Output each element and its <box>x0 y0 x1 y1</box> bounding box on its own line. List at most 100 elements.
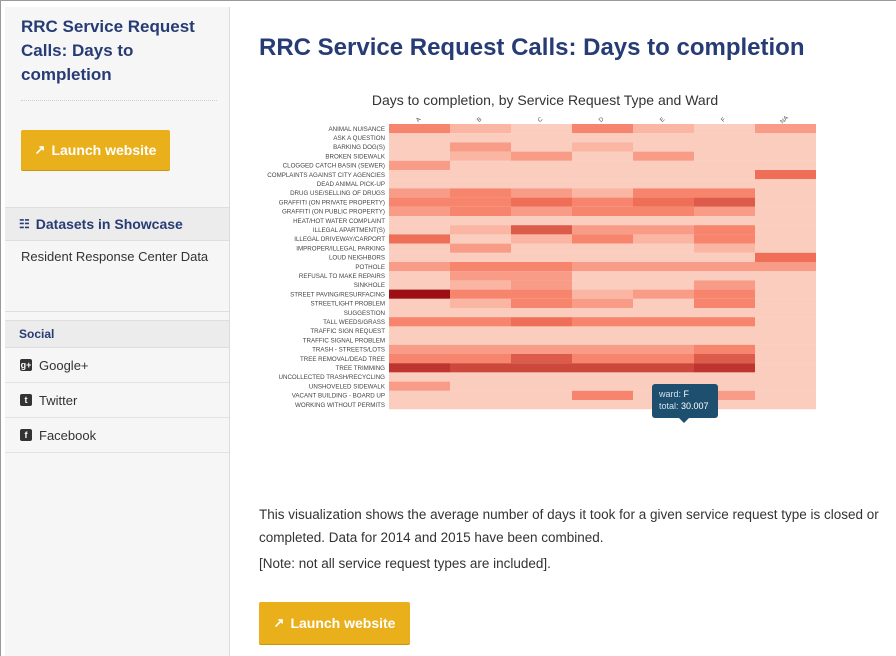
heatmap-cell[interactable] <box>694 289 755 299</box>
heatmap-cell[interactable] <box>572 335 633 345</box>
heatmap-cell[interactable] <box>572 271 633 281</box>
heatmap-cell[interactable] <box>511 326 572 336</box>
heatmap-cell[interactable] <box>572 252 633 262</box>
heatmap-cell[interactable] <box>511 344 572 354</box>
heatmap-cell[interactable] <box>511 372 572 382</box>
heatmap-cell[interactable] <box>572 317 633 327</box>
heatmap-cell[interactable] <box>572 225 633 235</box>
heatmap-cell[interactable] <box>511 206 572 216</box>
heatmap-cell[interactable] <box>389 308 450 318</box>
heatmap-cell[interactable] <box>511 170 572 180</box>
heatmap-cell[interactable] <box>572 262 633 272</box>
heatmap-cell[interactable] <box>450 225 511 235</box>
heatmap-cell[interactable] <box>694 225 755 235</box>
heatmap-cell[interactable] <box>389 326 450 336</box>
heatmap-cell[interactable] <box>450 280 511 290</box>
heatmap-cell[interactable] <box>694 326 755 336</box>
heatmap-cell[interactable] <box>755 280 816 290</box>
heatmap-cell[interactable] <box>572 234 633 244</box>
social-link-facebook[interactable]: f Facebook <box>5 418 229 453</box>
heatmap-cell[interactable] <box>633 308 694 318</box>
heatmap-cell[interactable] <box>633 206 694 216</box>
heatmap-cell[interactable] <box>511 381 572 391</box>
heatmap-cell[interactable] <box>511 298 572 308</box>
heatmap-cell[interactable] <box>572 206 633 216</box>
heatmap-cell[interactable] <box>511 390 572 400</box>
heatmap-cell[interactable] <box>694 197 755 207</box>
heatmap-cell[interactable] <box>450 170 511 180</box>
heatmap-cell[interactable] <box>389 151 450 161</box>
heatmap-cell[interactable] <box>450 262 511 272</box>
heatmap-cell[interactable] <box>450 317 511 327</box>
heatmap-cell[interactable] <box>694 317 755 327</box>
heatmap-cell[interactable] <box>694 206 755 216</box>
heatmap-cell[interactable] <box>755 234 816 244</box>
heatmap-cell[interactable] <box>755 252 816 262</box>
heatmap-cell[interactable] <box>755 243 816 253</box>
heatmap-cell[interactable] <box>511 363 572 373</box>
social-link-google-plus[interactable]: g+ Google+ <box>5 348 229 383</box>
heatmap-cell[interactable] <box>389 344 450 354</box>
heatmap-cell[interactable] <box>389 390 450 400</box>
heatmap-cell[interactable] <box>755 179 816 189</box>
heatmap-cell[interactable] <box>572 354 633 364</box>
heatmap-cell[interactable] <box>389 289 450 299</box>
heatmap-cell[interactable] <box>511 280 572 290</box>
heatmap-cell[interactable] <box>450 179 511 189</box>
heatmap-cell[interactable] <box>450 326 511 336</box>
heatmap-cell[interactable] <box>389 197 450 207</box>
heatmap-cell[interactable] <box>755 142 816 152</box>
heatmap-cell[interactable] <box>755 326 816 336</box>
heatmap-cell[interactable] <box>633 142 694 152</box>
heatmap-cell[interactable] <box>450 363 511 373</box>
heatmap-cell[interactable] <box>572 400 633 410</box>
heatmap-cell[interactable] <box>450 390 511 400</box>
heatmap-cell[interactable] <box>572 124 633 134</box>
heatmap-cell[interactable] <box>572 280 633 290</box>
heatmap-cell[interactable] <box>694 262 755 272</box>
heatmap-cell[interactable] <box>572 381 633 391</box>
heatmap-cell[interactable] <box>694 344 755 354</box>
heatmap-cell[interactable] <box>694 234 755 244</box>
heatmap-cell[interactable] <box>511 151 572 161</box>
heatmap-cell[interactable] <box>694 308 755 318</box>
heatmap-cell[interactable] <box>633 197 694 207</box>
heatmap-cell[interactable] <box>511 262 572 272</box>
heatmap-cell[interactable] <box>450 289 511 299</box>
heatmap-cell[interactable] <box>450 216 511 226</box>
heatmap-cell[interactable] <box>389 381 450 391</box>
heatmap-cell[interactable] <box>389 160 450 170</box>
heatmap-cell[interactable] <box>572 298 633 308</box>
heatmap-cell[interactable] <box>511 252 572 262</box>
heatmap-cell[interactable] <box>511 225 572 235</box>
heatmap-cell[interactable] <box>694 124 755 134</box>
heatmap-cell[interactable] <box>389 280 450 290</box>
heatmap-cell[interactable] <box>450 133 511 143</box>
heatmap-cell[interactable] <box>572 216 633 226</box>
heatmap-cell[interactable] <box>755 335 816 345</box>
heatmap-cell[interactable] <box>389 142 450 152</box>
heatmap-cell[interactable] <box>511 188 572 198</box>
heatmap-cell[interactable] <box>450 243 511 253</box>
heatmap-chart[interactable]: ANIMAL NUISANCE ASK A QUESTION BARKING DOG… <box>259 110 829 422</box>
heatmap-cell[interactable] <box>755 216 816 226</box>
heatmap-cell[interactable] <box>633 160 694 170</box>
heatmap-cell[interactable] <box>389 363 450 373</box>
heatmap-cell[interactable] <box>694 372 755 382</box>
heatmap-cell[interactable] <box>572 326 633 336</box>
heatmap-cell[interactable] <box>450 400 511 410</box>
heatmap-cell[interactable] <box>755 225 816 235</box>
heatmap-cell[interactable] <box>572 133 633 143</box>
heatmap-cell[interactable] <box>755 400 816 410</box>
heatmap-cell[interactable] <box>694 170 755 180</box>
heatmap-cell[interactable] <box>694 280 755 290</box>
heatmap-cell[interactable] <box>450 188 511 198</box>
heatmap-cell[interactable] <box>572 160 633 170</box>
heatmap-cell[interactable] <box>633 170 694 180</box>
heatmap-cell[interactable] <box>572 372 633 382</box>
heatmap-cell[interactable] <box>633 372 694 382</box>
heatmap-cell[interactable] <box>633 133 694 143</box>
heatmap-cell[interactable] <box>450 160 511 170</box>
heatmap-cell[interactable] <box>389 298 450 308</box>
heatmap-cell[interactable] <box>633 151 694 161</box>
